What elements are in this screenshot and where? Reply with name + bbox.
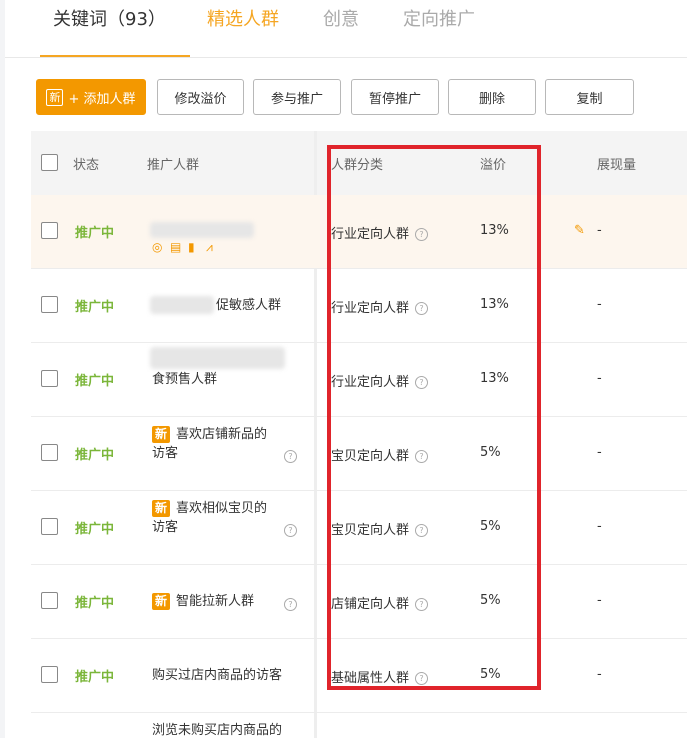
impressions-value: -: [597, 297, 602, 312]
impressions-value: -: [597, 593, 602, 608]
help-icon[interactable]: ?: [284, 524, 297, 537]
crowd-name: 促敏感人群: [216, 298, 282, 313]
crowd-name: 浏览未购买店内商品的: [152, 723, 283, 738]
redacted-name: [150, 296, 214, 314]
crowd-name: 购买过店内商品的访客: [152, 668, 283, 683]
highlight-annotation-box: [327, 145, 541, 690]
crowd-name: 新喜欢相似宝贝的访客: [152, 499, 267, 537]
row-checkbox[interactable]: [41, 296, 58, 313]
new-badge: 新: [46, 88, 64, 106]
pause-icon[interactable]: ◎: [152, 240, 166, 254]
row-checkbox[interactable]: [41, 222, 58, 239]
trash-icon[interactable]: ▮: [188, 240, 202, 254]
help-icon[interactable]: ?: [284, 598, 297, 611]
status-label: 推广中: [75, 300, 115, 315]
crowd-name: 新智能拉新人群: [152, 592, 254, 611]
crowd-name-text: 智能拉新人群: [176, 594, 255, 609]
impressions-value: -: [597, 519, 602, 534]
row-checkbox[interactable]: [41, 444, 58, 461]
edit-doc-icon[interactable]: ▤: [170, 240, 184, 254]
tab-selected-crowds[interactable]: 精选人群: [207, 8, 279, 32]
active-tab-underline: [40, 55, 190, 57]
header-crowd: 推广人群: [147, 158, 200, 173]
crowd-name-line1: 喜欢店铺新品的: [176, 427, 268, 442]
impressions-value: -: [597, 445, 602, 460]
add-crowd-label: + 添加人群: [68, 91, 136, 107]
tab-targeting[interactable]: 定向推广: [403, 8, 475, 32]
impressions-value: -: [597, 371, 602, 386]
new-tag: 新: [152, 593, 171, 610]
table-row[interactable]: 浏览未购买店内商品的: [31, 713, 687, 738]
crowd-name: 食预售人群: [152, 372, 218, 387]
edit-pencil-icon[interactable]: ✎: [574, 223, 585, 238]
tab-keywords[interactable]: 关键词（93）: [53, 8, 166, 32]
edit-premium-button[interactable]: 修改溢价: [157, 79, 244, 115]
tab-bar: 关键词（93） 精选人群 创意 定向推广: [5, 0, 687, 58]
new-tag: 新: [152, 500, 171, 517]
chart-icon[interactable]: ⩘: [206, 240, 220, 254]
row-checkbox[interactable]: [41, 666, 58, 683]
help-icon[interactable]: ?: [284, 450, 297, 463]
status-label: 推广中: [75, 448, 115, 463]
row-checkbox[interactable]: [41, 370, 58, 387]
status-label: 推广中: [75, 374, 115, 389]
crowd-name-line1: 喜欢相似宝贝的: [176, 501, 268, 516]
pause-promotion-button[interactable]: 暂停推广: [351, 79, 439, 115]
crowd-name: 新喜欢店铺新品的访客: [152, 425, 267, 463]
row-checkbox[interactable]: [41, 518, 58, 535]
status-label: 推广中: [75, 522, 115, 537]
delete-button[interactable]: 删除: [448, 79, 536, 115]
header-impressions[interactable]: 展现量: [597, 154, 636, 173]
status-label: 推广中: [75, 226, 115, 241]
impressions-value: -: [597, 667, 602, 682]
left-strip: [0, 0, 5, 738]
crowd-name-line2: 访客: [152, 446, 179, 461]
copy-button[interactable]: 复制: [545, 79, 634, 115]
join-promotion-button[interactable]: 参与推广: [253, 79, 341, 115]
impressions-value: -: [597, 223, 602, 238]
row-action-icons: ◎ ▤ ▮ ⩘: [152, 240, 220, 254]
tab-creative[interactable]: 创意: [323, 8, 359, 32]
row-checkbox[interactable]: [41, 592, 58, 609]
status-label: 推广中: [75, 596, 115, 611]
status-label: 推广中: [75, 670, 115, 685]
add-crowd-button[interactable]: 新 + 添加人群: [36, 79, 146, 115]
crowd-name-line2: 访客: [152, 520, 179, 535]
select-all-checkbox[interactable]: [41, 154, 58, 171]
redacted-name: [150, 222, 254, 238]
new-tag: 新: [152, 426, 171, 443]
redacted-name: [150, 347, 285, 369]
header-status: 状态: [73, 158, 100, 173]
